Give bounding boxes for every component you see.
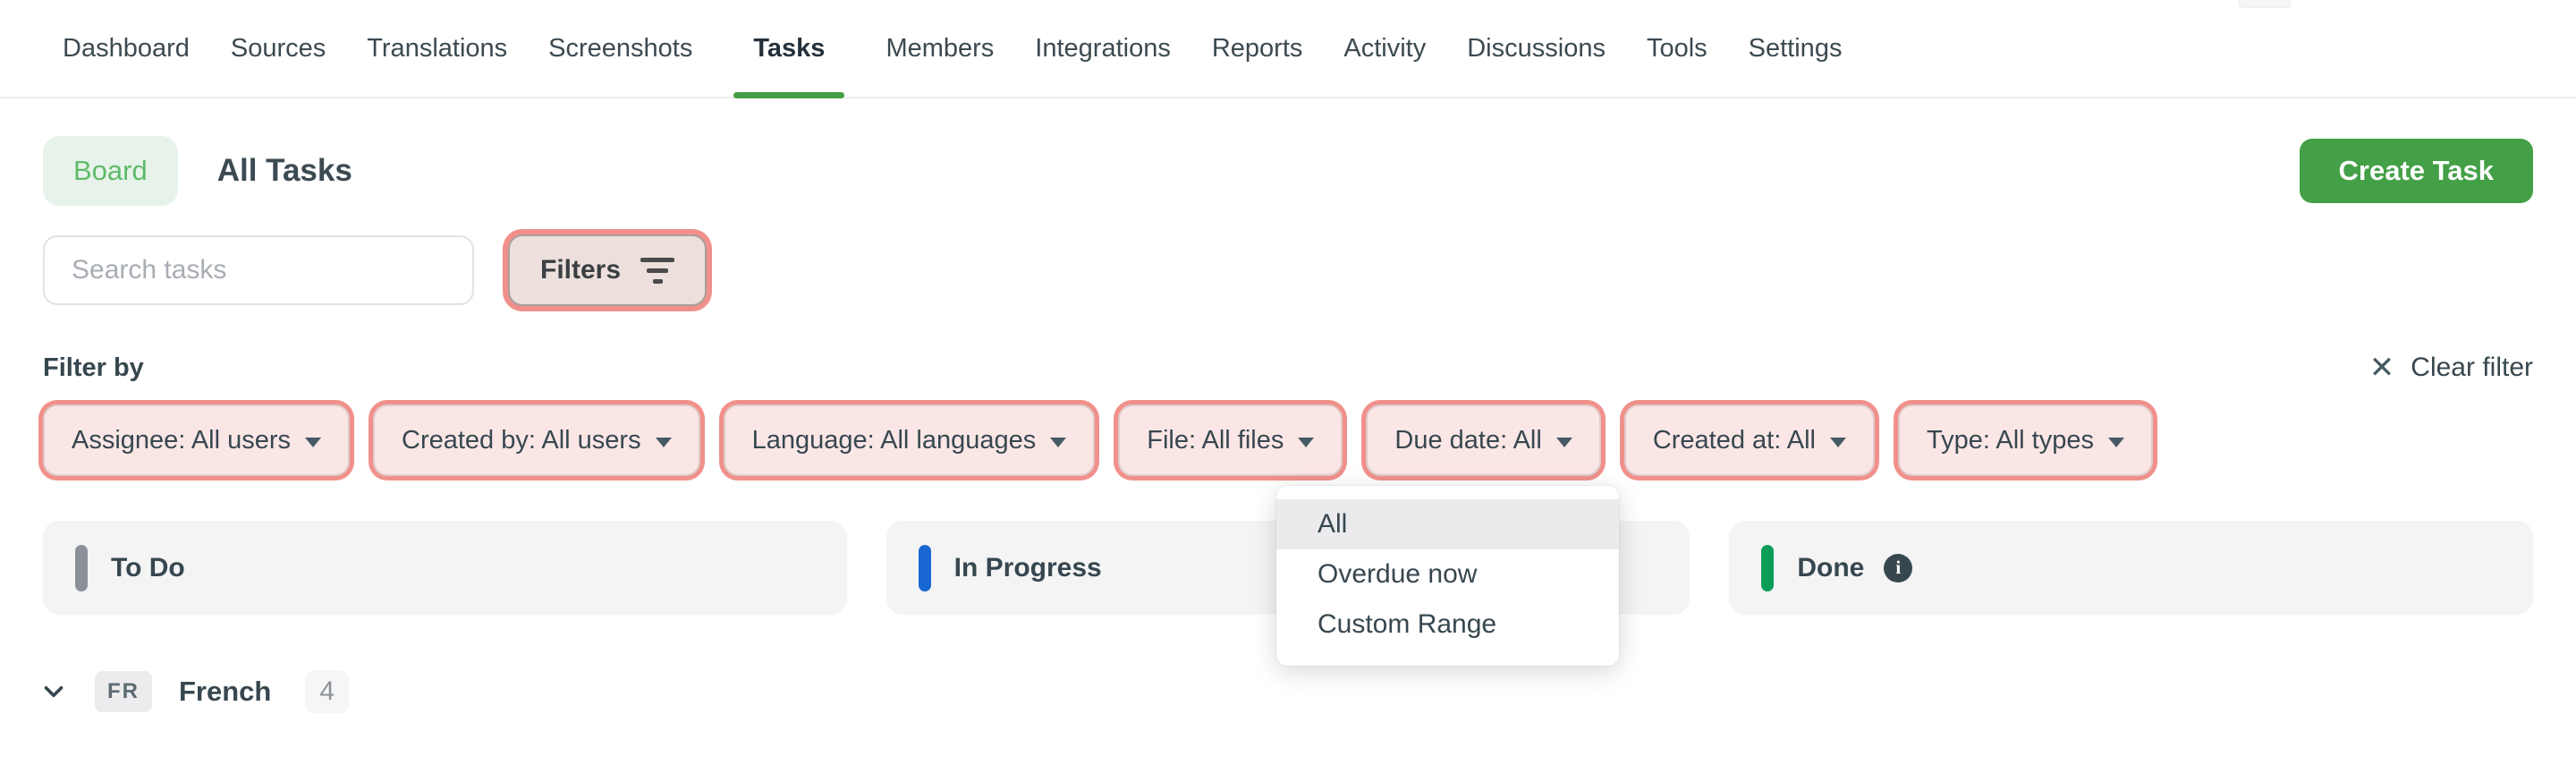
language-name: French — [179, 676, 272, 707]
column-todo-label: To Do — [111, 552, 185, 583]
tab-tasks[interactable]: Tasks — [733, 0, 845, 98]
chip-label: Created by: All users — [402, 425, 641, 455]
filter-lines-icon — [640, 257, 675, 284]
search-toolbar: Filters — [0, 206, 2576, 306]
language-code-badge: FR — [95, 671, 152, 712]
filter-chip-created-by[interactable]: Created by: All users — [373, 404, 700, 476]
due-date-option-all[interactable]: All — [1276, 499, 1619, 549]
chevron-down-icon — [1050, 437, 1067, 447]
tab-dashboard[interactable]: Dashboard — [63, 0, 190, 97]
chevron-down-icon[interactable] — [34, 672, 73, 711]
tab-integrations[interactable]: Integrations — [1035, 0, 1171, 97]
filter-chip-assignee[interactable]: Assignee: All users — [43, 404, 351, 476]
tab-sources[interactable]: Sources — [231, 0, 326, 97]
clear-filter-label: Clear filter — [2411, 353, 2533, 382]
filters-button[interactable]: Filters — [508, 234, 708, 306]
tab-activity[interactable]: Activity — [1343, 0, 1426, 97]
column-done[interactable]: Done i — [1729, 521, 2534, 615]
tab-tools[interactable]: Tools — [1647, 0, 1707, 97]
chevron-down-icon — [1555, 437, 1572, 447]
tab-members[interactable]: Members — [886, 0, 994, 97]
chevron-down-icon — [655, 437, 672, 447]
search-input[interactable] — [43, 235, 474, 305]
done-status-bar-icon — [1761, 544, 1775, 591]
chip-label: Assignee: All users — [72, 425, 292, 455]
due-date-option-overdue-now[interactable]: Overdue now — [1276, 549, 1619, 600]
chevron-down-icon — [2107, 437, 2124, 447]
due-date-dropdown-menu: All Overdue now Custom Range — [1276, 486, 1619, 666]
column-done-label: Done — [1797, 552, 1865, 583]
filter-bar-header: Filter by ✕ Clear filter — [0, 306, 2576, 383]
chip-label: Due date: All — [1394, 425, 1542, 455]
filter-by-label: Filter by — [43, 353, 144, 382]
board-view-button[interactable]: Board — [43, 136, 178, 206]
create-task-button[interactable]: Create Task — [2299, 139, 2533, 203]
filter-chip-language[interactable]: Language: All languages — [723, 404, 1096, 476]
tab-screenshots[interactable]: Screenshots — [548, 0, 692, 97]
tab-reports[interactable]: Reports — [1212, 0, 1303, 97]
filter-chip-file[interactable]: File: All files — [1118, 404, 1343, 476]
chip-label: Created at: All — [1652, 425, 1816, 455]
filter-chips-row: Assignee: All users Created by: All user… — [0, 383, 2576, 476]
task-count-badge: 4 — [305, 670, 350, 713]
chip-label: Language: All languages — [751, 425, 1037, 455]
info-icon[interactable]: i — [1884, 553, 1913, 583]
filter-chip-type[interactable]: Type: All types — [1897, 404, 2153, 476]
page-title: All Tasks — [216, 153, 352, 188]
page-header: Board All Tasks Create Task — [0, 98, 2576, 206]
chevron-down-icon — [1829, 437, 1846, 447]
chip-label: File: All files — [1147, 425, 1284, 455]
filter-chip-created-at[interactable]: Created at: All — [1623, 404, 1875, 476]
tooltip-remnant — [2239, 0, 2291, 8]
close-icon: ✕ — [2368, 351, 2395, 385]
top-navigation: Dashboard Sources Translations Screensho… — [0, 0, 2576, 98]
column-todo[interactable]: To Do — [43, 521, 847, 615]
tab-translations[interactable]: Translations — [367, 0, 507, 97]
clear-filter-button[interactable]: ✕ Clear filter — [2369, 353, 2533, 383]
chevron-down-icon — [1298, 437, 1315, 447]
todo-status-bar-icon — [75, 544, 88, 591]
in-progress-status-bar-icon — [918, 544, 931, 591]
tab-discussions[interactable]: Discussions — [1467, 0, 1606, 97]
filters-button-label: Filters — [540, 255, 622, 285]
chip-label: Type: All types — [1926, 425, 2094, 455]
chevron-down-icon — [305, 437, 322, 447]
tab-settings[interactable]: Settings — [1749, 0, 1843, 97]
filter-chip-due-date[interactable]: Due date: All — [1366, 404, 1601, 476]
column-in-progress-label: In Progress — [953, 552, 1102, 583]
due-date-option-custom-range[interactable]: Custom Range — [1276, 600, 1619, 650]
